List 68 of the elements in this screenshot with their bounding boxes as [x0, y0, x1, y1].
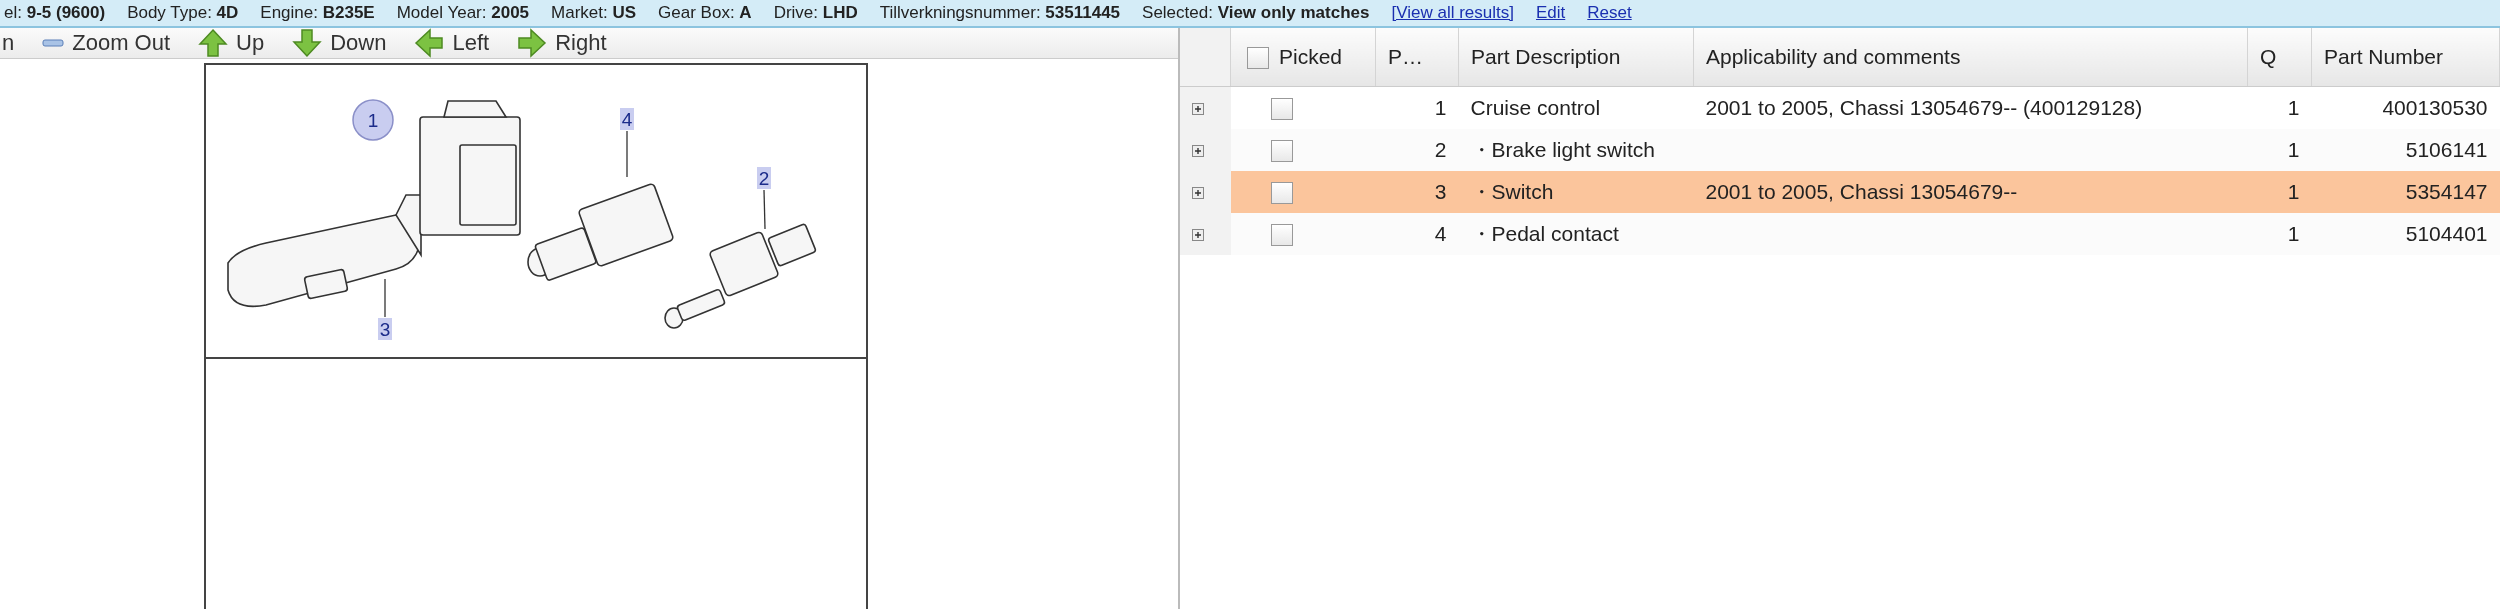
table-cell: 1 [1434, 96, 1447, 119]
table-cell: ・Pedal contact [1470, 222, 1619, 245]
arrow-right-icon [517, 28, 548, 58]
table-cell: 1 [2287, 180, 2300, 203]
up-button[interactable]: Up [198, 28, 265, 58]
info-link[interactable]: [View all results] [1391, 3, 1514, 23]
expand-icon[interactable] [1192, 145, 1204, 157]
arrow-up-icon [198, 28, 229, 58]
table-cell: 3 [1434, 180, 1447, 203]
leader-line [626, 130, 628, 178]
table-cell: 400130530 [2382, 96, 2488, 119]
table-cell: 2001 to 2005, Chassi 13054679-- (400129128) [1705, 96, 2143, 119]
arrow-down-icon [292, 28, 323, 58]
table-cell: 5354147 [2405, 180, 2488, 203]
down-button[interactable]: Down [292, 28, 387, 58]
info-link[interactable]: Reset [1587, 3, 1632, 23]
select-all-checkbox[interactable] [1247, 47, 1269, 70]
row-checkbox[interactable] [1270, 98, 1293, 121]
table-row[interactable]: 1 Cruise control 2001 to 2005, Chassi 13054679-- (400129128) 1 400130530 [1180, 86, 2500, 129]
zoom-in-button[interactable]: n [2, 30, 15, 56]
minus-icon [42, 38, 65, 48]
table-cell: ・Brake light switch [1470, 138, 1655, 161]
info-field: Model Year: 2005 [396, 3, 530, 23]
column-header-label: Picked [1279, 44, 1343, 68]
arrow-left-icon [414, 28, 445, 58]
row-checkbox[interactable] [1270, 224, 1293, 247]
table-cell: 1 [2287, 96, 2300, 119]
column-header[interactable]: Part Number [2311, 28, 2500, 87]
zoom-out-button[interactable]: Zoom Out [42, 30, 171, 56]
callout-label[interactable]: 2 [757, 167, 771, 189]
left-button[interactable]: Left [414, 28, 490, 58]
column-header[interactable]: P… [1375, 28, 1459, 87]
table-cell: 1 [2287, 138, 2300, 161]
callout-label[interactable]: 3 [378, 318, 392, 340]
expand-icon[interactable] [1192, 103, 1204, 115]
info-link[interactable]: Edit [1536, 3, 1566, 23]
info-field: Body Type: 4D [127, 3, 239, 23]
table-cell: 5104401 [2405, 222, 2488, 245]
info-field: Market: US [551, 3, 637, 23]
row-checkbox[interactable] [1270, 182, 1293, 205]
column-header[interactable]: Part Description [1458, 28, 1694, 87]
row-checkbox[interactable] [1270, 140, 1293, 163]
table-row[interactable]: 4 ・Pedal contact 1 5104401 [1180, 213, 2500, 255]
table-cell: 4 [1434, 222, 1447, 245]
table-cell: Cruise control [1470, 96, 1601, 119]
info-field: el: 9-5 (9600) [4, 3, 106, 23]
column-header[interactable]: Applicability and comments [1693, 28, 2248, 87]
info-field: Gear Box: A [658, 3, 752, 23]
table-cell: 5106141 [2405, 138, 2488, 161]
table-row[interactable]: 3 ・Switch 2001 to 2005, Chassi 13054679-- 1 5354147 [1180, 171, 2500, 213]
leader-line [384, 278, 386, 318]
table-cell: 1 [2287, 222, 2300, 245]
callout-label[interactable]: 4 [620, 108, 634, 130]
column-header[interactable]: Picked [1230, 28, 1376, 87]
callout-badge[interactable]: 1 [352, 99, 394, 141]
table-cell: ・Switch [1470, 180, 1554, 203]
table-cell: 2 [1434, 138, 1447, 161]
info-field: Tillverkningsnummer: 53511445 [879, 3, 1121, 23]
info-field: Selected: View only matches [1142, 3, 1370, 23]
leader-line [763, 189, 766, 230]
table-cell: 2001 to 2005, Chassi 13054679-- [1705, 180, 2018, 203]
info-field: Drive: LHD [773, 3, 858, 23]
right-button[interactable]: Right [517, 28, 607, 58]
table-row[interactable]: 2 ・Brake light switch 1 5106141 [1180, 129, 2500, 171]
expand-icon[interactable] [1192, 229, 1204, 241]
info-field: Engine: B235E [260, 3, 375, 23]
expand-icon[interactable] [1192, 187, 1204, 199]
column-header[interactable]: Q [2247, 28, 2312, 87]
